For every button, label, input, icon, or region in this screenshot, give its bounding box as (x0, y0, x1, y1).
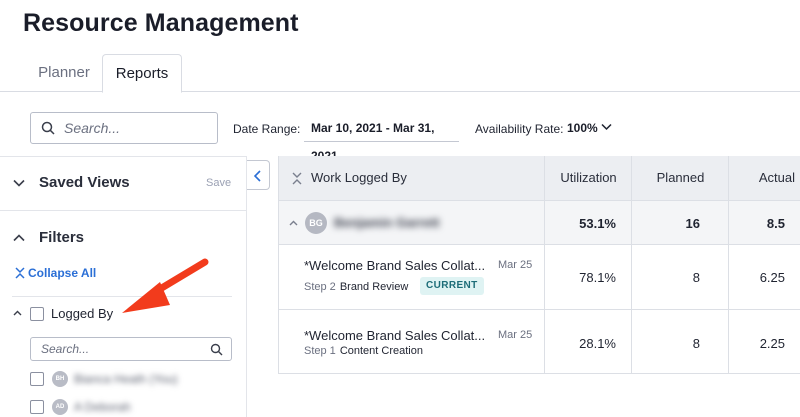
annotation-arrow (122, 258, 209, 313)
